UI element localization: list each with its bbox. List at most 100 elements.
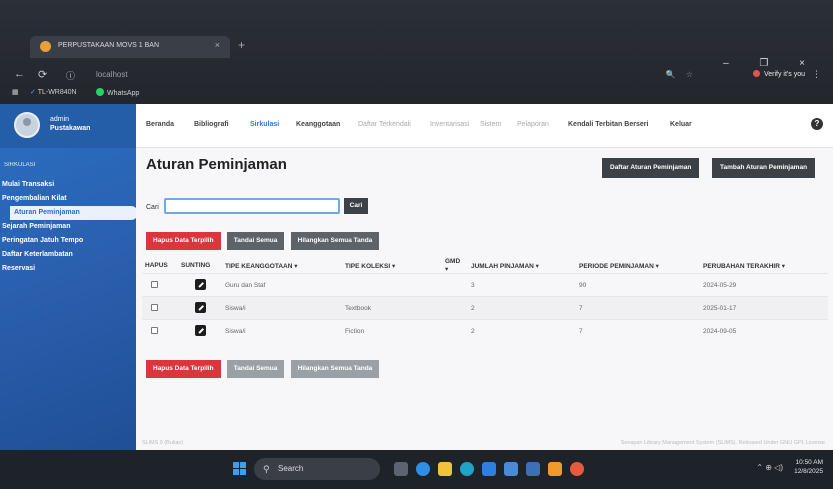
table-row: Siswa/i Textbook 2 7 2025-01-17	[142, 296, 828, 320]
app-window: admin Pustakawan SIRKULASI Mulai Transak…	[0, 104, 833, 450]
sidebar-item-sejarah-peminjaman[interactable]: Sejarah Peminjaman	[0, 220, 136, 234]
reload-icon[interactable]: ⟳	[38, 68, 47, 81]
sidebar-item-daftar-keterlambatan[interactable]: Daftar Keterlambatan	[0, 248, 136, 262]
site-info-icon[interactable]: ⓘ	[66, 69, 75, 82]
add-rule-button[interactable]: Tambah Aturan Peminjaman	[712, 158, 816, 178]
col-tipe-koleksi[interactable]: TIPE KOLEKSI ▾	[342, 258, 442, 274]
cell-loan-limit: 2	[468, 319, 576, 343]
menu-kebab-icon[interactable]: ⋮	[812, 69, 821, 80]
bulk-actions-top: Hapus Data Terpilih Tandai Semua Hilangk…	[146, 232, 383, 250]
nav-sistem[interactable]: Sistem	[480, 121, 501, 128]
verify-button[interactable]: Verify it's you	[752, 70, 805, 78]
sidebar-item-pengembalian-kilat[interactable]: Pengembalian Kilat	[0, 192, 136, 206]
cell-collection-type	[342, 273, 442, 297]
app-icon[interactable]	[526, 462, 540, 476]
bookmark-whatsapp[interactable]: WhatsApp	[96, 88, 139, 97]
windows-start-icon[interactable]	[233, 462, 247, 476]
row-checkbox[interactable]	[151, 303, 158, 311]
cell-last-update: 2024-05-29	[700, 273, 828, 297]
sidebar: admin Pustakawan SIRKULASI Mulai Transak…	[0, 104, 138, 450]
profile-icon	[752, 70, 760, 77]
user-profile: admin Pustakawan	[0, 104, 136, 148]
user-role: Pustakawan	[50, 125, 91, 132]
footer-license: Senayan Library Management System (SLiMS…	[620, 440, 825, 446]
bookmark-router[interactable]: ✓ TL-WR840N	[30, 88, 77, 96]
sidebar-item-mulai-transaksi[interactable]: Mulai Transaksi	[0, 178, 136, 192]
sidebar-section-title: SIRKULASI	[4, 162, 36, 168]
cell-loan-period: 7	[576, 296, 700, 320]
footer-version: SLiMS 9 (Bulian)	[142, 440, 184, 446]
gallery-icon[interactable]	[548, 462, 562, 476]
widgets-icon[interactable]	[416, 462, 430, 476]
row-checkbox[interactable]	[151, 326, 158, 334]
taskbar-clock[interactable]: 10:50 AM 12/8/2025	[794, 458, 823, 476]
edit-icon[interactable]	[195, 324, 206, 336]
chrome-icon[interactable]	[570, 462, 584, 476]
mark-all-button[interactable]: Tandai Semua	[226, 232, 285, 250]
help-icon[interactable]: ?	[811, 118, 823, 130]
unmark-all-button[interactable]: Hilangkan Semua Tanda	[290, 232, 380, 250]
col-perubahan-terakhir[interactable]: PERUBAHAN TERAKHIR ▾	[700, 258, 828, 274]
favicon-icon	[40, 41, 51, 52]
nav-beranda[interactable]: Beranda	[146, 121, 174, 128]
nav-daftar-terkendali[interactable]: Daftar Terkendali	[358, 121, 411, 128]
sidebar-item-aturan-peminjaman[interactable]: Aturan Peminjaman	[10, 206, 138, 220]
nav-keanggotaan[interactable]: Keanggotaan	[296, 121, 340, 128]
calculator-icon[interactable]	[504, 462, 518, 476]
cell-loan-period: 90	[576, 273, 700, 297]
sidebar-item-peringatan-jatuh-tempo[interactable]: Peringatan Jatuh Tempo	[0, 234, 136, 248]
search-button[interactable]: Cari	[344, 198, 368, 214]
task-view-icon[interactable]	[394, 462, 408, 476]
browser-chrome: PERPUSTAKAAN MOVS 1 BAN × + – ❐ × ← ⟳ ⓘ …	[0, 0, 833, 104]
col-tipe-keanggotaan[interactable]: TIPE KEANGGOTAAN ▾	[222, 258, 342, 274]
delete-selected-button-bottom[interactable]: Hapus Data Terpilih	[146, 360, 221, 378]
main-content: Aturan Peminjaman Daftar Aturan Peminjam…	[136, 148, 833, 450]
new-tab-icon[interactable]: +	[238, 38, 245, 52]
edge-icon[interactable]	[460, 462, 474, 476]
table-row: Guru dan Staf 3 90 2024-05-29	[142, 273, 828, 297]
taskbar-search[interactable]: ⚲ Search	[254, 458, 380, 480]
store-icon[interactable]	[482, 462, 496, 476]
nav-keluar[interactable]: Keluar	[670, 121, 692, 128]
cell-last-update: 2024-09-05	[700, 319, 828, 343]
col-jumlah-pinjaman[interactable]: JUMLAH PINJAMAN ▾	[468, 258, 576, 274]
tab-title: PERPUSTAKAAN MOVS 1 BAN	[58, 42, 160, 49]
list-rules-button[interactable]: Daftar Aturan Peminjaman	[602, 158, 700, 178]
apps-grid-icon[interactable]: ▦	[12, 88, 19, 96]
url-field[interactable]: localhost	[96, 70, 128, 79]
cell-loan-limit: 2	[468, 296, 576, 320]
mark-all-button-bottom[interactable]: Tandai Semua	[226, 360, 285, 378]
nav-sirkulasi[interactable]: Sirkulasi	[250, 121, 279, 128]
tab-close-icon[interactable]: ×	[215, 40, 220, 50]
nav-kendali-terbitan-berseri[interactable]: Kendali Terbitan Berseri	[568, 121, 648, 128]
col-periode-peminjaman[interactable]: PERIODE PEMINJAMAN ▾	[576, 258, 700, 274]
table-header-row: HAPUS SUNTING TIPE KEANGGOTAAN ▾ TIPE KO…	[142, 258, 828, 274]
edit-icon[interactable]	[195, 301, 206, 313]
cell-member-type: Siswa/i	[222, 319, 342, 343]
file-explorer-icon[interactable]	[438, 462, 452, 476]
cell-collection-type: Textbook	[342, 296, 442, 320]
top-navigation: Beranda Bibliografi Sirkulasi Keanggotaa…	[136, 104, 833, 148]
col-hapus: HAPUS	[145, 262, 168, 269]
cell-gmd	[442, 319, 468, 343]
back-icon[interactable]: ←	[14, 68, 25, 80]
col-gmd[interactable]: GMD ▾	[442, 258, 468, 274]
taskbar: ⚲ Search ⌃ ⊕ ◁) 10:50 AM 12/8/2025	[0, 450, 833, 489]
cell-loan-limit: 3	[468, 273, 576, 297]
address-actions-icon[interactable]: 🔍☆	[666, 70, 703, 79]
nav-bibliografi[interactable]: Bibliografi	[194, 121, 229, 128]
edit-icon[interactable]	[195, 278, 206, 290]
unmark-all-button-bottom[interactable]: Hilangkan Semua Tanda	[290, 360, 380, 378]
nav-pelaporan[interactable]: Pelaporan	[517, 121, 549, 128]
delete-selected-button[interactable]: Hapus Data Terpilih	[146, 232, 221, 250]
browser-tab[interactable]: PERPUSTAKAAN MOVS 1 BAN ×	[30, 36, 230, 58]
col-sunting: SUNTING	[181, 262, 211, 269]
sidebar-item-reservasi[interactable]: Reservasi	[0, 262, 136, 276]
row-checkbox[interactable]	[151, 280, 158, 288]
search-input[interactable]	[164, 198, 340, 214]
cell-loan-period: 7	[576, 319, 700, 343]
nav-inventarisasi[interactable]: Inventarisasi	[430, 121, 469, 128]
cell-last-update: 2025-01-17	[700, 296, 828, 320]
avatar	[14, 112, 40, 138]
system-tray-icon[interactable]: ⌃ ⊕ ◁)	[756, 463, 783, 472]
